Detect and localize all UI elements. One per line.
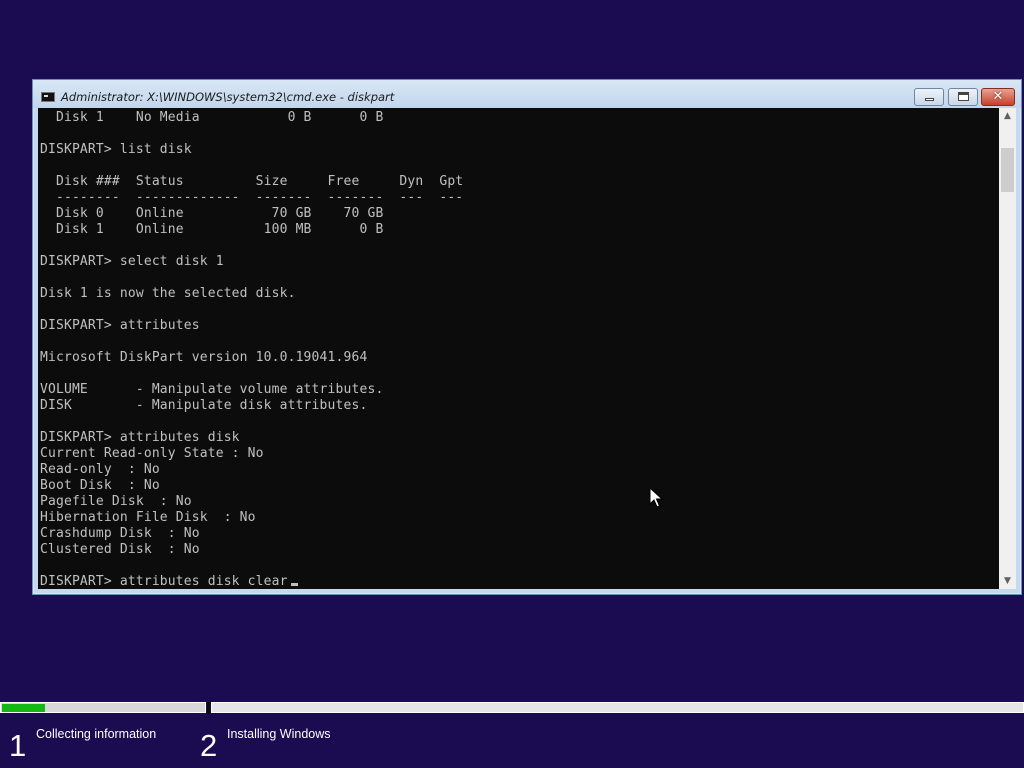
console-line: DISKPART> attributes disk clear xyxy=(40,574,463,589)
scroll-up-arrow-icon[interactable]: ▲ xyxy=(999,108,1016,124)
window-title: Administrator: X:\WINDOWS\system32\cmd.e… xyxy=(61,90,395,104)
minimize-icon xyxy=(925,98,934,101)
console-line: Pagefile Disk : No xyxy=(40,494,192,509)
console-output[interactable]: Disk 1 No Media 0 B 0 B DISKPART> list di… xyxy=(38,108,999,589)
console-line: DISKPART> select disk 1 xyxy=(40,254,224,269)
cmd-app-icon[interactable] xyxy=(41,92,55,102)
console-line: DISKPART> attributes disk xyxy=(40,430,240,445)
title-bar[interactable]: Administrator: X:\WINDOWS\system32\cmd.e… xyxy=(33,80,1021,108)
setup-background: Administrator: X:\WINDOWS\system32\cmd.e… xyxy=(0,0,1024,768)
mouse-pointer-icon xyxy=(649,487,663,508)
progress-segment-installing xyxy=(211,702,1024,713)
console-line: DISK - Manipulate disk attributes. xyxy=(40,398,368,413)
cmd-window[interactable]: Administrator: X:\WINDOWS\system32\cmd.e… xyxy=(32,79,1022,595)
minimize-button[interactable] xyxy=(914,88,944,106)
console-line: Disk ### Status Size Free Dyn Gpt xyxy=(40,174,464,189)
close-icon: ✕ xyxy=(992,89,1004,104)
console-lines: Disk 1 No Media 0 B 0 B DISKPART> list di… xyxy=(40,110,463,589)
step-number: 1 xyxy=(9,728,27,763)
console-line: Microsoft DiskPart version 10.0.19041.96… xyxy=(40,350,368,365)
progress-divider xyxy=(207,702,210,714)
console-line: Disk 1 No Media 0 B 0 B xyxy=(40,110,384,125)
maximize-button[interactable] xyxy=(948,88,978,106)
console-line: Clustered Disk : No xyxy=(40,542,200,557)
close-button[interactable]: ✕ xyxy=(981,88,1015,106)
progress-fill xyxy=(2,704,45,712)
console-line: Read-only : No xyxy=(40,462,160,477)
console-line: Current Read-only State : No xyxy=(40,446,264,461)
console-line: -------- ------------- ------- ------- -… xyxy=(40,190,464,205)
console-line: DISKPART> attributes xyxy=(40,318,200,333)
console-line: DISKPART> list disk xyxy=(40,142,192,157)
console-line: Disk 0 Online 70 GB 70 GB xyxy=(40,206,384,221)
console-line: Boot Disk : No xyxy=(40,478,160,493)
step-label: Installing Windows xyxy=(227,727,331,741)
scroll-thumb[interactable] xyxy=(1001,148,1014,192)
console-line: Disk 1 is now the selected disk. xyxy=(40,286,296,301)
console-line: VOLUME - Manipulate volume attributes. xyxy=(40,382,384,397)
step-number: 2 xyxy=(200,728,218,763)
maximize-icon xyxy=(958,92,969,101)
setup-progress-bar xyxy=(0,702,1024,714)
text-cursor xyxy=(290,583,298,586)
console-line: Disk 1 Online 100 MB 0 B xyxy=(40,222,384,237)
scroll-down-arrow-icon[interactable]: ▼ xyxy=(999,573,1016,589)
console-line: Hibernation File Disk : No xyxy=(40,510,256,525)
progress-segment-collecting xyxy=(0,702,206,713)
console-line: Crashdump Disk : No xyxy=(40,526,200,541)
vertical-scrollbar[interactable]: ▲ ▼ xyxy=(999,108,1016,589)
step-label: Collecting information xyxy=(36,727,157,741)
